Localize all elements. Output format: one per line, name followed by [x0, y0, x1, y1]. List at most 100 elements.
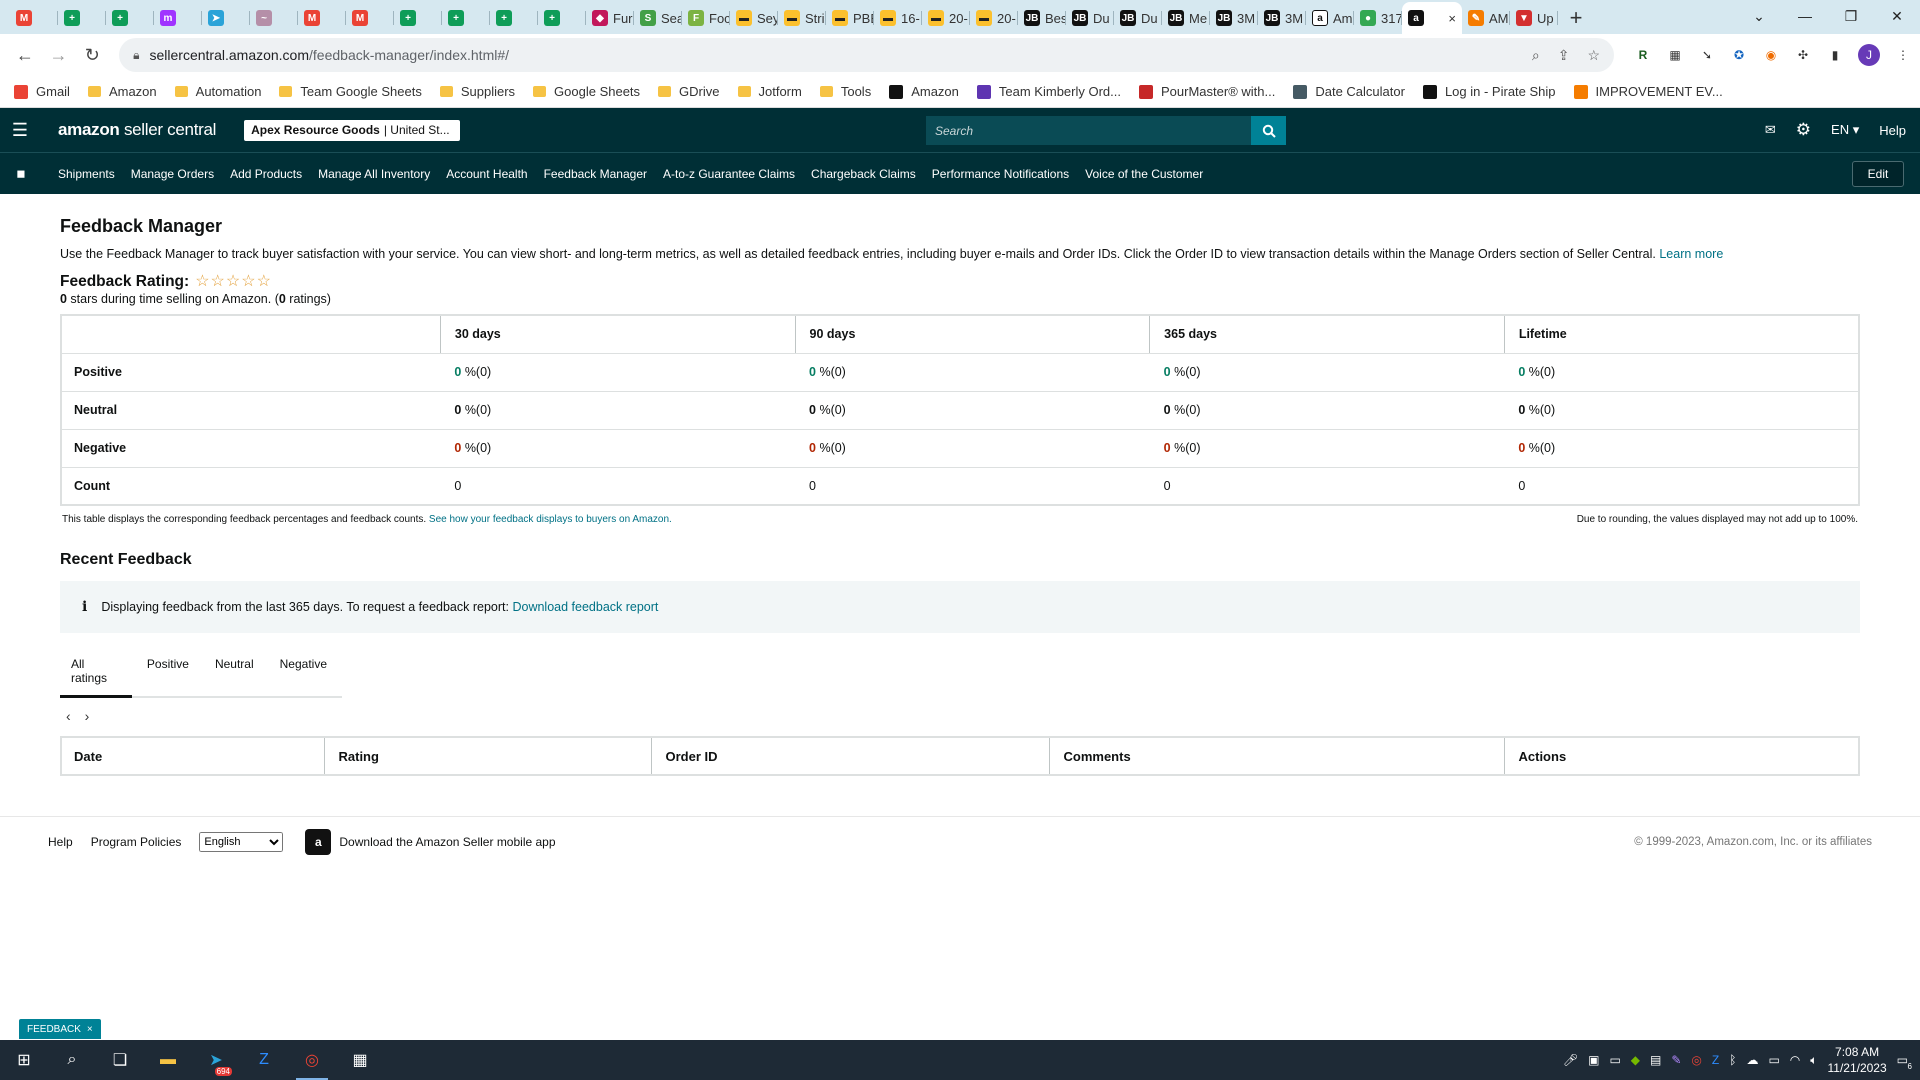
address-bar[interactable]: 🔒︎ sellercentral.amazon.com /feedback-ma… [119, 38, 1615, 72]
help-link[interactable]: Help [1879, 123, 1906, 138]
feedback-display-link[interactable]: See how your feedback displays to buyers… [429, 514, 672, 525]
bookmark-pirate[interactable]: Log in - Pirate Ship [1422, 84, 1556, 99]
browser-tab[interactable]: M [346, 2, 394, 34]
share-icon[interactable]: ⇪ [1558, 47, 1570, 64]
chevron-right-icon[interactable]: › [85, 708, 90, 724]
extension-orange-icon[interactable]: ◉ [1762, 46, 1780, 64]
close-tab-icon[interactable]: × [1448, 11, 1456, 26]
new-tab-icon[interactable]: + [1558, 2, 1594, 34]
bookmark-folder[interactable]: Tools [819, 84, 871, 99]
rating-tab[interactable]: All ratings [60, 645, 132, 698]
browser-tab[interactable]: JB Du [1114, 2, 1162, 34]
nav-link[interactable]: Shipments [58, 167, 115, 181]
profile-avatar[interactable]: J [1858, 44, 1881, 66]
browser-tab[interactable]: F Foc [682, 2, 730, 34]
tray-chrome-icon[interactable]: ◎ [1691, 1053, 1701, 1067]
search-button[interactable] [1251, 116, 1286, 145]
forward-icon[interactable]: → [42, 38, 76, 72]
back-icon[interactable]: ← [8, 38, 42, 72]
chevron-left-icon[interactable]: ‹ [66, 708, 71, 724]
task-view-icon[interactable]: ❏ [96, 1040, 144, 1080]
extension-arrow-icon[interactable]: ➘ [1698, 46, 1716, 64]
amazon-app-icon[interactable]: a [305, 828, 332, 855]
browser-tab[interactable]: JB Me [1162, 2, 1210, 34]
microphone-icon[interactable]: 🎤︎ [1563, 1053, 1578, 1067]
tray-app-icon[interactable]: ▣ [1588, 1053, 1599, 1067]
bookmark-folder[interactable]: Jotform [737, 84, 802, 99]
sidepanel-icon[interactable]: ▮ [1826, 46, 1844, 64]
nav-link[interactable]: A-to-z Guarantee Claims [663, 167, 795, 181]
extension-off-icon[interactable]: ▦ [1666, 46, 1684, 64]
nvidia-icon[interactable]: ◆ [1631, 1053, 1640, 1067]
bookmark-folder[interactable]: GDrive [658, 84, 720, 99]
edit-nav-button[interactable]: Edit [1852, 161, 1904, 187]
chrome-taskbar-icon[interactable]: ◎ [288, 1040, 336, 1080]
browser-tab[interactable]: ▬ 20- [922, 2, 970, 34]
seller-central-logo[interactable]: amazon seller central [58, 120, 216, 140]
nav-link[interactable]: Performance Notifications [932, 167, 1069, 181]
bookmark-folder[interactable]: Amazon [87, 84, 157, 99]
bookmark-amazon[interactable]: Amazon [889, 84, 959, 99]
browser-tab[interactable]: M [10, 2, 58, 34]
nav-link[interactable]: Add Products [230, 167, 302, 181]
rating-tab[interactable]: Negative [269, 645, 338, 696]
wifi-icon[interactable]: ◠ [1790, 1053, 1800, 1067]
learn-more-link[interactable]: Learn more [1659, 247, 1723, 261]
language-selector[interactable]: EN ▾ [1831, 122, 1859, 138]
browser-tab[interactable]: ◆ Fur [586, 2, 634, 34]
bookmark-gmail[interactable]: Gmail [14, 84, 70, 99]
extensions-puzzle-icon[interactable]: ✣ [1794, 46, 1812, 64]
reload-icon[interactable]: ↻ [75, 38, 109, 72]
bookmark-folder[interactable]: Suppliers [439, 84, 515, 99]
windows-start-icon[interactable]: ⊞ [0, 1040, 48, 1080]
browser-tab[interactable]: ● 317 [1354, 2, 1402, 34]
onedrive-icon[interactable]: ☁ [1746, 1053, 1758, 1067]
minimize-icon[interactable]: — [1782, 0, 1828, 32]
browser-tab[interactable]: ✎ AM [1462, 2, 1510, 34]
notifications-icon[interactable]: ▭ 6 [1897, 1053, 1912, 1071]
browser-tab[interactable]: JB Du [1066, 2, 1114, 34]
browser-tab[interactable]: ~ [250, 2, 298, 34]
tab-search-icon[interactable]: ⌄ [1736, 0, 1782, 32]
bookmark-folder[interactable]: Automation [174, 84, 261, 99]
bluetooth-icon[interactable]: ᛒ [1729, 1053, 1736, 1067]
active-browser-tab[interactable]: a × [1402, 2, 1462, 34]
mail-icon[interactable]: ✉ [1765, 122, 1776, 138]
bookmark-improve[interactable]: IMPROVEMENT EV... [1573, 84, 1723, 99]
settings-gear-icon[interactable]: ⚙ [1796, 120, 1811, 140]
nav-link[interactable]: Voice of the Customer [1085, 167, 1203, 181]
browser-tab[interactable]: + [442, 2, 490, 34]
zoom-app-icon[interactable]: Z [240, 1040, 288, 1080]
browser-tab[interactable]: a Am [1306, 2, 1354, 34]
mobile-app-link[interactable]: Download the Amazon Seller mobile app [339, 835, 555, 849]
battery-icon[interactable]: ▭ [1768, 1053, 1779, 1067]
program-policies-link[interactable]: Program Policies [91, 835, 182, 849]
rating-tab[interactable]: Neutral [204, 645, 265, 696]
browser-tab[interactable]: JB Bes [1018, 2, 1066, 34]
tray-zoom-icon[interactable]: Z [1712, 1053, 1719, 1067]
browser-tab[interactable]: JB 3M [1210, 2, 1258, 34]
nav-link[interactable]: Manage All Inventory [318, 167, 430, 181]
search-taskbar-icon[interactable]: ⌕ [48, 1040, 96, 1080]
browser-tab[interactable]: + [490, 2, 538, 34]
lock-icon[interactable]: 🔒︎ [133, 48, 139, 63]
download-report-link[interactable]: Download feedback report [512, 600, 658, 614]
volume-icon[interactable]: 🔈︎ [1810, 1053, 1817, 1068]
browser-tab[interactable]: ▬ PBE [826, 2, 874, 34]
close-icon[interactable]: × [87, 1024, 93, 1035]
browser-tab[interactable]: + [394, 2, 442, 34]
search-input[interactable]: Search [926, 116, 1251, 145]
bookmark-icon[interactable]: ◼ [0, 167, 42, 180]
browser-tab[interactable]: ➤ [202, 2, 250, 34]
chrome-menu-icon[interactable]: ⋮ [1894, 46, 1912, 64]
nav-link[interactable]: Feedback Manager [544, 167, 647, 181]
browser-tab[interactable]: m [154, 2, 202, 34]
bookmark-calc[interactable]: Date Calculator [1293, 84, 1405, 99]
nav-link[interactable]: Chargeback Claims [811, 167, 916, 181]
browser-tab[interactable]: + [106, 2, 154, 34]
hamburger-menu-icon[interactable]: ☰ [0, 120, 40, 141]
close-window-icon[interactable]: ✕ [1874, 0, 1920, 32]
browser-tab[interactable]: ▼ Up [1510, 2, 1558, 34]
extension-blue-icon[interactable]: ✪ [1730, 46, 1748, 64]
feedback-badge[interactable]: FEEDBACK × [19, 1019, 101, 1039]
